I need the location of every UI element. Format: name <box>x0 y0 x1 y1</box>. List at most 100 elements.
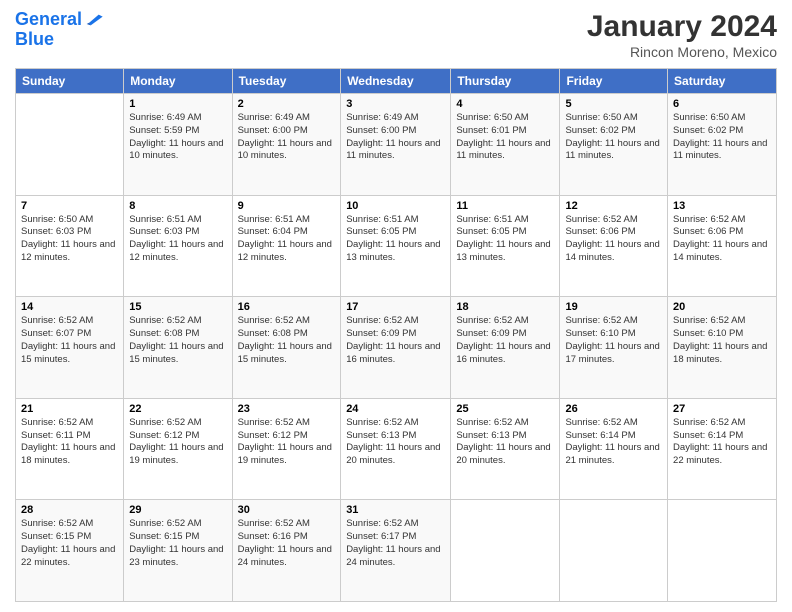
day-info: Sunrise: 6:52 AM Sunset: 6:12 PM Dayligh… <box>129 417 226 468</box>
calendar-cell-3-1: 22 Sunrise: 6:52 AM Sunset: 6:12 PM Dayli… <box>124 398 232 500</box>
title-block: January 2024 Rincon Moreno, Mexico <box>587 10 777 60</box>
week-row-1: 1 Sunrise: 6:49 AM Sunset: 5:59 PM Daylig… <box>16 94 777 196</box>
day-info: Sunrise: 6:52 AM Sunset: 6:07 PM Dayligh… <box>21 315 118 366</box>
day-info: Sunrise: 6:49 AM Sunset: 6:00 PM Dayligh… <box>238 112 336 163</box>
day-number: 1 <box>129 98 226 110</box>
day-info: Sunrise: 6:52 AM Sunset: 6:10 PM Dayligh… <box>673 315 771 366</box>
header-friday: Friday <box>560 69 668 94</box>
calendar-header-row: Sunday Monday Tuesday Wednesday Thursday… <box>16 69 777 94</box>
day-info: Sunrise: 6:50 AM Sunset: 6:02 PM Dayligh… <box>673 112 771 163</box>
day-number: 11 <box>456 200 554 212</box>
header-wednesday: Wednesday <box>341 69 451 94</box>
calendar-title: January 2024 <box>587 10 777 44</box>
header-tuesday: Tuesday <box>232 69 341 94</box>
day-info: Sunrise: 6:50 AM Sunset: 6:01 PM Dayligh… <box>456 112 554 163</box>
day-info: Sunrise: 6:52 AM Sunset: 6:16 PM Dayligh… <box>238 518 336 569</box>
calendar-cell-3-5: 26 Sunrise: 6:52 AM Sunset: 6:14 PM Dayli… <box>560 398 668 500</box>
day-number: 5 <box>565 98 662 110</box>
day-info: Sunrise: 6:51 AM Sunset: 6:05 PM Dayligh… <box>456 214 554 265</box>
calendar-cell-4-6 <box>668 500 777 602</box>
day-info: Sunrise: 6:52 AM Sunset: 6:13 PM Dayligh… <box>346 417 445 468</box>
header-monday: Monday <box>124 69 232 94</box>
day-number: 15 <box>129 301 226 313</box>
day-number: 20 <box>673 301 771 313</box>
day-number: 24 <box>346 403 445 415</box>
calendar-cell-4-4 <box>451 500 560 602</box>
calendar-cell-0-0 <box>16 94 124 196</box>
day-number: 25 <box>456 403 554 415</box>
calendar-cell-1-4: 11 Sunrise: 6:51 AM Sunset: 6:05 PM Dayli… <box>451 195 560 297</box>
calendar-cell-1-3: 10 Sunrise: 6:51 AM Sunset: 6:05 PM Dayli… <box>341 195 451 297</box>
day-info: Sunrise: 6:52 AM Sunset: 6:06 PM Dayligh… <box>673 214 771 265</box>
day-number: 10 <box>346 200 445 212</box>
day-number: 3 <box>346 98 445 110</box>
week-row-5: 28 Sunrise: 6:52 AM Sunset: 6:15 PM Dayli… <box>16 500 777 602</box>
calendar-cell-2-4: 18Sunrise: 6:52 AM Sunset: 6:09 PM Dayli… <box>451 297 560 399</box>
day-number: 9 <box>238 200 336 212</box>
day-info: Sunrise: 6:52 AM Sunset: 6:06 PM Dayligh… <box>565 214 662 265</box>
calendar-cell-1-6: 13 Sunrise: 6:52 AM Sunset: 6:06 PM Dayli… <box>668 195 777 297</box>
calendar-cell-2-0: 14Sunrise: 6:52 AM Sunset: 6:07 PM Dayli… <box>16 297 124 399</box>
calendar-cell-2-3: 17 Sunrise: 6:52 AM Sunset: 6:09 PM Dayli… <box>341 297 451 399</box>
day-number: 28 <box>21 504 118 516</box>
logo-icon <box>84 10 104 30</box>
calendar-cell-4-5 <box>560 500 668 602</box>
day-info: Sunrise: 6:52 AM Sunset: 6:15 PM Dayligh… <box>129 518 226 569</box>
calendar-cell-4-0: 28 Sunrise: 6:52 AM Sunset: 6:15 PM Dayli… <box>16 500 124 602</box>
day-number: 8 <box>129 200 226 212</box>
day-number: 7 <box>21 200 118 212</box>
calendar-cell-3-4: 25Sunrise: 6:52 AM Sunset: 6:13 PM Dayli… <box>451 398 560 500</box>
day-info: Sunrise: 6:52 AM Sunset: 6:14 PM Dayligh… <box>673 417 771 468</box>
calendar-cell-0-3: 3 Sunrise: 6:49 AM Sunset: 6:00 PM Daylig… <box>341 94 451 196</box>
logo-text-line2: Blue <box>15 30 104 50</box>
day-number: 6 <box>673 98 771 110</box>
day-info: Sunrise: 6:51 AM Sunset: 6:05 PM Dayligh… <box>346 214 445 265</box>
calendar-cell-0-1: 1 Sunrise: 6:49 AM Sunset: 5:59 PM Daylig… <box>124 94 232 196</box>
day-info: Sunrise: 6:51 AM Sunset: 6:04 PM Dayligh… <box>238 214 336 265</box>
calendar-cell-3-2: 23Sunrise: 6:52 AM Sunset: 6:12 PM Dayli… <box>232 398 341 500</box>
day-number: 22 <box>129 403 226 415</box>
week-row-2: 7Sunrise: 6:50 AM Sunset: 6:03 PM Daylig… <box>16 195 777 297</box>
day-number: 12 <box>565 200 662 212</box>
day-info: Sunrise: 6:52 AM Sunset: 6:08 PM Dayligh… <box>129 315 226 366</box>
day-info: Sunrise: 6:51 AM Sunset: 6:03 PM Dayligh… <box>129 214 226 265</box>
day-number: 27 <box>673 403 771 415</box>
day-info: Sunrise: 6:52 AM Sunset: 6:14 PM Dayligh… <box>565 417 662 468</box>
logo-text-line1: General <box>15 10 82 30</box>
day-number: 31 <box>346 504 445 516</box>
day-number: 26 <box>565 403 662 415</box>
calendar-table: Sunday Monday Tuesday Wednesday Thursday… <box>15 68 777 602</box>
day-info: Sunrise: 6:52 AM Sunset: 6:09 PM Dayligh… <box>346 315 445 366</box>
calendar-cell-1-2: 9 Sunrise: 6:51 AM Sunset: 6:04 PM Daylig… <box>232 195 341 297</box>
calendar-cell-1-5: 12 Sunrise: 6:52 AM Sunset: 6:06 PM Dayli… <box>560 195 668 297</box>
day-number: 23 <box>238 403 336 415</box>
calendar-cell-2-1: 15 Sunrise: 6:52 AM Sunset: 6:08 PM Dayli… <box>124 297 232 399</box>
day-info: Sunrise: 6:52 AM Sunset: 6:17 PM Dayligh… <box>346 518 445 569</box>
day-info: Sunrise: 6:52 AM Sunset: 6:10 PM Dayligh… <box>565 315 662 366</box>
day-info: Sunrise: 6:52 AM Sunset: 6:08 PM Dayligh… <box>238 315 336 366</box>
day-number: 29 <box>129 504 226 516</box>
calendar-cell-0-6: 6 Sunrise: 6:50 AM Sunset: 6:02 PM Daylig… <box>668 94 777 196</box>
day-number: 4 <box>456 98 554 110</box>
day-info: Sunrise: 6:49 AM Sunset: 6:00 PM Dayligh… <box>346 112 445 163</box>
day-info: Sunrise: 6:52 AM Sunset: 6:11 PM Dayligh… <box>21 417 118 468</box>
header-thursday: Thursday <box>451 69 560 94</box>
calendar-cell-4-2: 30 Sunrise: 6:52 AM Sunset: 6:16 PM Dayli… <box>232 500 341 602</box>
day-number: 17 <box>346 301 445 313</box>
calendar-cell-2-6: 20 Sunrise: 6:52 AM Sunset: 6:10 PM Dayli… <box>668 297 777 399</box>
calendar-cell-4-3: 31 Sunrise: 6:52 AM Sunset: 6:17 PM Dayli… <box>341 500 451 602</box>
day-number: 21 <box>21 403 118 415</box>
week-row-3: 14Sunrise: 6:52 AM Sunset: 6:07 PM Dayli… <box>16 297 777 399</box>
day-number: 30 <box>238 504 336 516</box>
calendar-cell-0-5: 5Sunrise: 6:50 AM Sunset: 6:02 PM Daylig… <box>560 94 668 196</box>
calendar-cell-3-0: 21 Sunrise: 6:52 AM Sunset: 6:11 PM Dayli… <box>16 398 124 500</box>
day-number: 16 <box>238 301 336 313</box>
calendar-cell-2-5: 19Sunrise: 6:52 AM Sunset: 6:10 PM Dayli… <box>560 297 668 399</box>
day-info: Sunrise: 6:52 AM Sunset: 6:15 PM Dayligh… <box>21 518 118 569</box>
day-info: Sunrise: 6:52 AM Sunset: 6:09 PM Dayligh… <box>456 315 554 366</box>
calendar-cell-0-4: 4 Sunrise: 6:50 AM Sunset: 6:01 PM Daylig… <box>451 94 560 196</box>
day-number: 13 <box>673 200 771 212</box>
calendar-cell-1-0: 7Sunrise: 6:50 AM Sunset: 6:03 PM Daylig… <box>16 195 124 297</box>
day-info: Sunrise: 6:49 AM Sunset: 5:59 PM Dayligh… <box>129 112 226 163</box>
logo: General Blue <box>15 10 104 50</box>
